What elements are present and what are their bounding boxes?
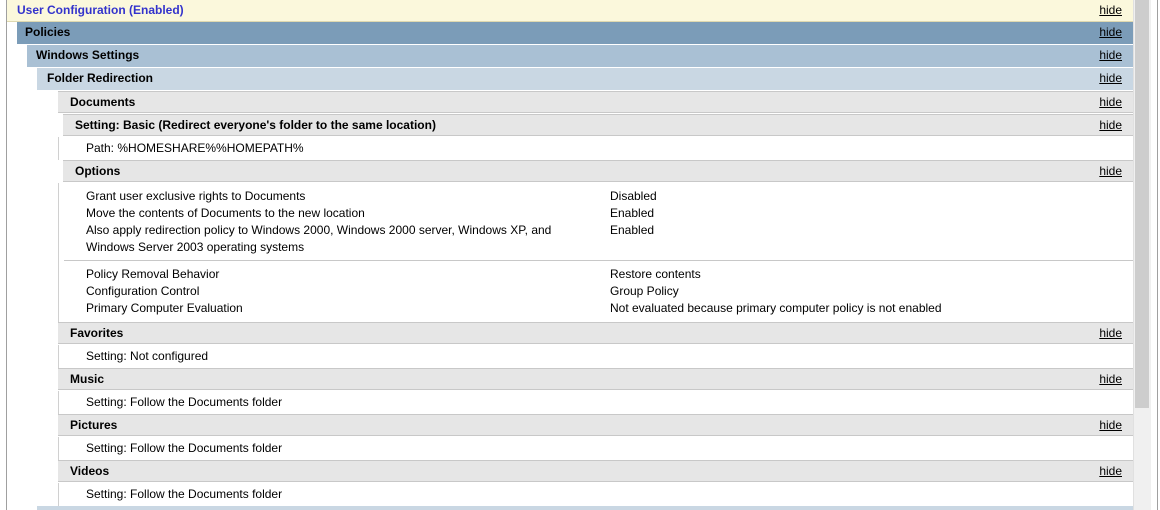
documents-path-row: Path: %HOMESHARE%%HOMEPATH% [58,137,1133,160]
hide-link-policies[interactable]: hide [1099,22,1122,43]
behavior-name: Primary Computer Evaluation [86,301,243,315]
behavior-value: Restore contents [610,267,701,281]
section-folder-redirection: Folder Redirection hide [37,68,1133,90]
section-title-documents-setting: Setting: Basic (Redirect everyone's fold… [75,118,436,132]
section-documents: Documents hide [58,91,1133,113]
section-title-pictures: Pictures [70,418,118,432]
section-title-folder-redirection: Folder Redirection [47,71,154,85]
section-title-options: Options [75,164,121,178]
section-title-windows-settings: Windows Settings [36,48,140,62]
music-setting-text: Setting: Follow the Documents folder [86,395,283,409]
behavior-value: Not evaluated because primary computer p… [610,301,942,315]
documents-path-text: Path: %HOMESHARE%%HOMEPATH% [86,141,304,155]
section-title-favorites: Favorites [70,326,124,340]
section-documents-options: Options hide [63,160,1133,182]
favorites-setting-text: Setting: Not configured [86,349,209,363]
hide-link-windows-settings[interactable]: hide [1099,45,1122,66]
documents-options-body: Grant user exclusive rights to Documents… [58,183,1134,322]
section-title-videos: Videos [70,464,110,478]
section-title-user-configuration: User Configuration (Enabled) [17,3,184,17]
section-music: Music hide [58,368,1133,390]
hide-link-documents[interactable]: hide [1099,92,1122,113]
hide-link-folder-redirection[interactable]: hide [1099,68,1122,89]
section-windows-settings: Windows Settings hide [27,45,1133,67]
section-documents-setting: Setting: Basic (Redirect everyone's fold… [63,114,1133,136]
hide-link-videos[interactable]: hide [1099,461,1122,482]
window-right-border [1157,0,1158,510]
videos-setting-text: Setting: Follow the Documents folder [86,487,283,501]
section-user-configuration: User Configuration (Enabled) hide [7,0,1133,22]
section-title-documents: Documents [70,95,136,109]
section-pictures: Pictures hide [58,414,1133,436]
behavior-name: Configuration Control [86,284,200,298]
option-value: Enabled [610,206,655,220]
section-policies: Policies hide [17,22,1133,44]
hide-link-documents-setting[interactable]: hide [1099,115,1122,136]
pictures-setting-text: Setting: Follow the Documents folder [86,441,283,455]
section-title-policies: Policies [25,25,71,39]
favorites-setting-row: Setting: Not configured [58,345,1133,368]
music-setting-row: Setting: Follow the Documents folder [58,391,1133,414]
section-title-music: Music [70,372,105,386]
option-name: Move the contents of Documents to the ne… [86,206,365,220]
section-favorites: Favorites hide [58,322,1133,344]
behavior-name: Policy Removal Behavior [86,267,220,281]
next-section-edge [37,506,1133,510]
hide-link-music[interactable]: hide [1099,369,1122,390]
behavior-value: Group Policy [610,284,679,298]
hide-link-pictures[interactable]: hide [1099,415,1122,436]
pictures-setting-row: Setting: Follow the Documents folder [58,437,1133,460]
videos-setting-row: Setting: Follow the Documents folder [58,483,1133,506]
option-name: Also apply redirection policy to Windows… [86,223,552,254]
option-name: Grant user exclusive rights to Documents [86,189,306,203]
section-videos: Videos hide [58,460,1133,482]
options-divider [64,260,1134,261]
hide-link-options[interactable]: hide [1099,161,1122,182]
gp-report: User Configuration (Enabled) hide Polici… [7,0,1134,510]
hide-link-user-configuration[interactable]: hide [1099,0,1122,21]
option-value: Disabled [610,189,657,203]
hide-link-favorites[interactable]: hide [1099,323,1122,344]
scrollbar-thumb[interactable] [1135,0,1149,408]
option-value: Enabled [610,223,655,237]
